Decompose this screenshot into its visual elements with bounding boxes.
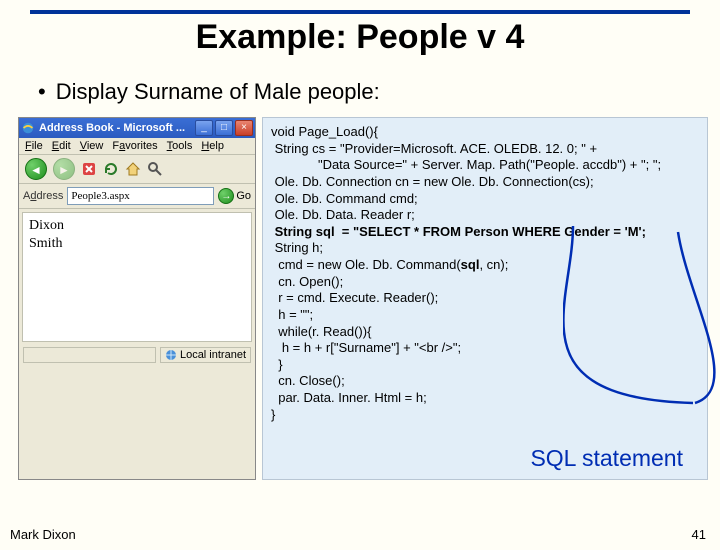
status-zone: Local intranet <box>160 347 251 363</box>
titlebar: Address Book - Microsoft ... _ □ × <box>19 118 255 138</box>
code-line: void Page_Load(){ <box>271 124 378 139</box>
page-line: Dixon <box>29 217 245 235</box>
address-input[interactable] <box>67 187 214 205</box>
slide-title: Example: People v 4 <box>0 18 720 57</box>
close-button[interactable]: × <box>235 120 253 136</box>
status-pane <box>23 347 156 363</box>
header-rule <box>30 10 690 14</box>
callout-arrow-icon <box>563 188 720 418</box>
go-icon: → <box>218 188 234 204</box>
address-bar: Address → Go <box>19 184 255 209</box>
slide-bullet: • Display Surname of Male people: <box>38 79 720 105</box>
code-line: String cs = "Provider=Microsoft. ACE. OL… <box>271 141 597 156</box>
home-icon[interactable] <box>125 161 141 177</box>
code-line: r = cmd. Execute. Reader(); <box>271 290 438 305</box>
menu-edit[interactable]: Edit <box>52 140 71 152</box>
address-label: Address <box>23 190 63 202</box>
window-title: Address Book - Microsoft ... <box>39 122 195 134</box>
code-line: par. Data. Inner. Html = h; <box>271 390 427 405</box>
page-content: Dixon Smith <box>22 212 252 342</box>
menu-help[interactable]: Help <box>201 140 224 152</box>
go-button[interactable]: → Go <box>218 188 251 204</box>
code-line: String h; <box>271 240 323 255</box>
menubar: File Edit View Favorites Tools Help <box>19 138 255 155</box>
code-line: h = ""; <box>271 307 313 322</box>
search-icon[interactable] <box>147 161 163 177</box>
code-line: } <box>271 357 283 372</box>
code-line: cmd = new Ole. Db. Command(sql, cn); <box>271 257 508 272</box>
intranet-icon <box>165 349 177 361</box>
bullet-dot-icon: • <box>38 79 46 104</box>
menu-tools[interactable]: Tools <box>167 140 193 152</box>
code-line-sql: String sql = "SELECT * FROM Person WHERE… <box>271 224 646 239</box>
code-line: cn. Close(); <box>271 373 345 388</box>
code-block: void Page_Load(){ String cs = "Provider=… <box>262 117 708 480</box>
status-zone-label: Local intranet <box>180 349 246 361</box>
menu-view[interactable]: View <box>80 140 104 152</box>
bullet-text: Display Surname of Male people: <box>56 79 380 104</box>
stop-icon[interactable] <box>81 161 97 177</box>
maximize-button[interactable]: □ <box>215 120 233 136</box>
code-line: Ole. Db. Connection cn = new Ole. Db. Co… <box>271 174 594 189</box>
code-line: Ole. Db. Command cmd; <box>271 191 418 206</box>
code-line: Ole. Db. Data. Reader r; <box>271 207 415 222</box>
code-line: "Data Source=" + Server. Map. Path("Peop… <box>271 157 661 172</box>
ie-icon <box>21 121 35 135</box>
code-line: while(r. Read()){ <box>271 324 371 339</box>
sql-callout-label: SQL statement <box>530 444 683 473</box>
refresh-icon[interactable] <box>103 161 119 177</box>
code-line: } <box>271 407 275 422</box>
go-label: Go <box>236 190 251 202</box>
toolbar: ◄ ► <box>19 155 255 184</box>
statusbar: Local intranet <box>19 345 255 365</box>
menu-favorites[interactable]: Favorites <box>112 140 157 152</box>
code-line: cn. Open(); <box>271 274 343 289</box>
page-line: Smith <box>29 235 245 253</box>
browser-window: Address Book - Microsoft ... _ □ × File … <box>18 117 256 480</box>
minimize-button[interactable]: _ <box>195 120 213 136</box>
back-button[interactable]: ◄ <box>25 158 47 180</box>
menu-file[interactable]: File <box>25 140 43 152</box>
forward-button[interactable]: ► <box>53 158 75 180</box>
code-line: h = h + r["Surname"] + "<br />"; <box>271 340 461 355</box>
